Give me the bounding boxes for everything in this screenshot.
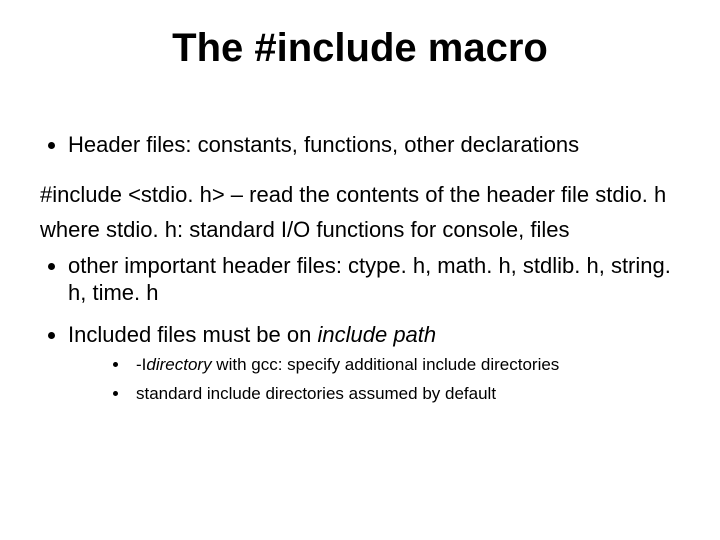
sub-bullet-gcc-suffix: with gcc: specify additional include dir… <box>212 355 560 374</box>
sub-bullet-gcc-prefix: -I <box>136 355 146 374</box>
slide: The #include macro Header files: constan… <box>0 0 720 540</box>
slide-body: Header files: constants, functions, othe… <box>40 131 680 405</box>
bullet-header-files: Header files: constants, functions, othe… <box>68 131 680 159</box>
sub-bullet-list: -Idirectory with gcc: specify additional… <box>68 354 680 405</box>
bullet-include-path-prefix: Included files must be on <box>68 322 317 347</box>
paragraph-include-stdio: #include <stdio. h> – read the contents … <box>40 181 680 209</box>
paragraph-where-stdio: where stdio. h: standard I/O functions f… <box>40 216 680 244</box>
sub-bullet-default-dirs: standard include directories assumed by … <box>130 383 680 404</box>
bullet-list-1: Header files: constants, functions, othe… <box>40 131 680 159</box>
bullet-include-path: Included files must be on include path -… <box>68 321 680 405</box>
slide-title: The #include macro <box>40 26 680 71</box>
sub-bullet-gcc-flag: -Idirectory with gcc: specify additional… <box>130 354 680 375</box>
sub-bullet-gcc-italic: directory <box>146 355 211 374</box>
bullet-other-headers: other important header files: ctype. h, … <box>68 252 680 307</box>
bullet-list-2: other important header files: ctype. h, … <box>40 252 680 405</box>
bullet-include-path-italic: include path <box>317 322 436 347</box>
